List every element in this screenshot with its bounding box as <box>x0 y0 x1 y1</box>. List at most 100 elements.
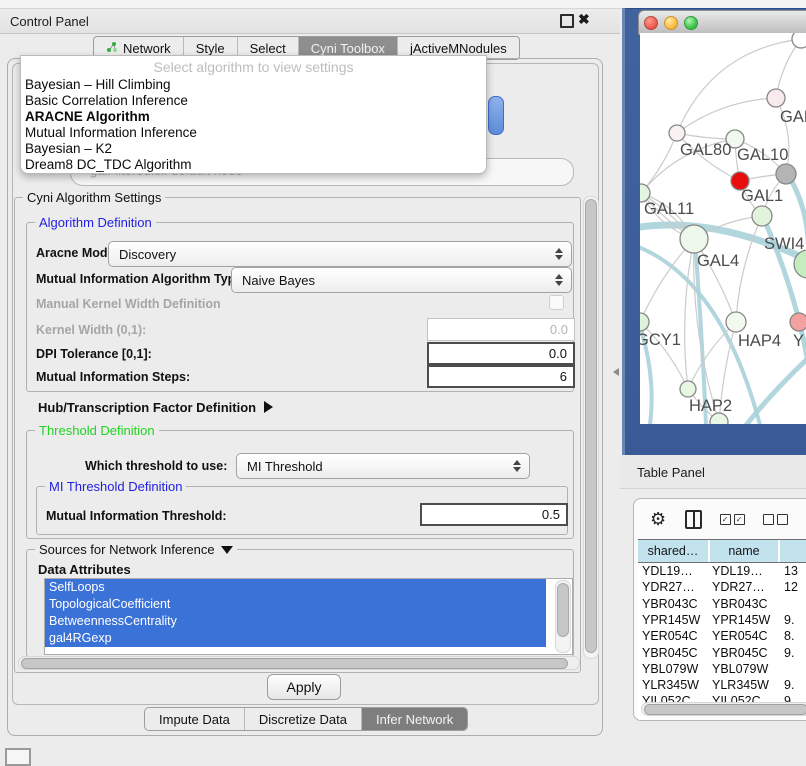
table-cell: YBR045C <box>642 646 698 660</box>
apply-button[interactable]: Apply <box>267 674 341 700</box>
table-cell: YBR045C <box>712 646 768 660</box>
network-icon <box>106 41 118 56</box>
table-row[interactable]: YPR145WYPR145W9. <box>638 612 806 629</box>
attribute-item[interactable]: gal4RGexp <box>45 630 546 647</box>
node-label: GAL80 <box>680 141 731 159</box>
stepper-arrows-icon <box>551 274 567 286</box>
column-header-name[interactable]: name <box>710 540 778 562</box>
table-hscrollbar[interactable] <box>641 702 806 716</box>
deselect-all-columns-icon[interactable] <box>763 514 788 525</box>
dpi-tolerance-value: 0.0 <box>549 346 567 361</box>
algorithm-option[interactable]: Dream8 DC_TDC Algorithm <box>21 157 486 173</box>
aracne-mode-select[interactable]: Discovery <box>108 241 572 267</box>
table-row[interactable]: YBL079WYBL079W <box>638 661 806 678</box>
select-all-columns-icon[interactable]: ✓✓ <box>720 514 745 525</box>
which-threshold-select[interactable]: MI Threshold <box>236 453 530 479</box>
attribute-item[interactable]: BetweennessCentrality <box>45 613 546 630</box>
network-node-y[interactable] <box>790 313 806 331</box>
bottom-tab-discretize-data[interactable]: Discretize Data <box>245 708 362 730</box>
data-attributes-list[interactable]: SelfLoopsTopologicalCoefficientBetweenne… <box>44 578 573 655</box>
network-node-gal1[interactable] <box>752 206 772 226</box>
node-label: GAL1 <box>741 187 783 205</box>
close-panel-icon[interactable]: ✖ <box>578 11 590 28</box>
zoom-window-icon[interactable] <box>684 16 698 30</box>
collapse-down-icon <box>221 546 233 554</box>
network-node-hap2[interactable] <box>680 381 696 397</box>
node-label: GCY1 <box>640 331 681 349</box>
table-row[interactable]: YLR345WYLR345W9. <box>638 677 806 694</box>
attribute-item[interactable]: SelfLoops <box>45 579 546 596</box>
algorithm-option[interactable]: Basic Correlation Inference <box>21 93 486 109</box>
splitter-collapse-icon[interactable] <box>613 368 619 376</box>
kernel-width-field[interactable]: 0.0 <box>427 318 575 341</box>
table-cell: YPR145W <box>712 613 770 627</box>
network-node-gal[interactable] <box>767 89 785 107</box>
dropdown-prompt: Select algorithm to view settings <box>21 56 486 77</box>
mi-threshold-field[interactable]: 0.5 <box>420 503 568 526</box>
network-node-hap4[interactable] <box>726 312 746 332</box>
algorithm-option[interactable]: ARACNE Algorithm <box>21 109 486 125</box>
table-cell: YBR043C <box>712 597 768 611</box>
threshold-definition-title: Threshold Definition <box>35 423 159 438</box>
gear-icon[interactable]: ⚙ <box>650 509 666 530</box>
mi-threshold-value: 0.5 <box>542 507 560 522</box>
hub-definition-label: Hub/Transcription Factor Definition <box>38 400 256 415</box>
close-window-icon[interactable] <box>644 16 658 30</box>
mi-steps-field[interactable]: 6 <box>427 365 575 388</box>
float-panel-icon[interactable] <box>560 14 574 28</box>
table-row[interactable]: YBR045C YBR045C 9. <box>638 645 806 662</box>
hub-definition-toggle[interactable]: Hub/Transcription Factor Definition <box>38 400 273 415</box>
table-cell: 12 <box>784 580 798 594</box>
mi-type-label: Mutual Information Algorithm Type: <box>36 272 246 286</box>
table-cell: YER054C <box>642 629 698 643</box>
table-cell: 13 <box>784 564 798 578</box>
tab-label: Cyni Toolbox <box>311 41 385 56</box>
stepper-arrows-icon <box>509 460 525 472</box>
node-label: HAP4 <box>738 332 781 350</box>
column-header-shared…[interactable]: shared… <box>638 540 708 562</box>
node-label: Y <box>793 332 804 350</box>
table-row[interactable]: YDR27…YDR27…12 <box>638 579 806 596</box>
dpi-tolerance-field[interactable]: 0.0 <box>427 342 575 365</box>
table-row[interactable]: YER054CYER054C8. <box>638 628 806 645</box>
table-cell: YBL079W <box>642 662 698 676</box>
manual-kernel-checkbox[interactable] <box>549 295 564 310</box>
table-cell: 9. <box>784 678 794 692</box>
table-cell: YLR345W <box>712 678 769 692</box>
algorithm-option[interactable]: Bayesian – Hill Climbing <box>21 77 486 93</box>
which-threshold-label: Which threshold to use: <box>85 459 227 473</box>
column-header-cut[interactable] <box>780 540 806 562</box>
table-cell: YDL19… <box>642 564 693 578</box>
network-node[interactable] <box>792 33 806 48</box>
bottom-tab-infer-network[interactable]: Infer Network <box>362 708 467 730</box>
network-window-titlebar[interactable] <box>638 10 806 35</box>
columns-icon[interactable] <box>685 510 701 529</box>
manual-kernel-label: Manual Kernel Width Definition <box>36 297 221 311</box>
network-canvas[interactable]: GALGAL80GAL10GAL1GAL11GAL4GCY1HAP4YHAP2S… <box>640 33 806 424</box>
minimize-window-icon[interactable] <box>664 16 678 30</box>
table-cell: YDL19… <box>712 564 763 578</box>
algorithm-option[interactable]: Mutual Information Inference <box>21 125 486 141</box>
tab-label: Style <box>196 41 225 56</box>
network-node-gal80[interactable] <box>669 125 685 141</box>
attribute-item[interactable]: TopologicalCoefficient <box>45 596 546 613</box>
network-node[interactable] <box>776 164 796 184</box>
settings-hscrollbar[interactable] <box>18 656 580 670</box>
attributes-scrollbar[interactable] <box>555 580 571 653</box>
table-row[interactable]: YBR043C YBR043C <box>638 596 806 613</box>
network-node-gcy1[interactable] <box>640 313 649 331</box>
minimized-panel-icon[interactable] <box>5 748 31 766</box>
table-cell: YBR043C <box>642 597 698 611</box>
mi-type-select[interactable]: Naive Bayes <box>231 267 572 293</box>
table-cell: 9. <box>784 646 794 660</box>
node-label: GAL10 <box>737 146 788 164</box>
which-threshold-value: MI Threshold <box>237 459 509 474</box>
network-node-gal4[interactable] <box>680 225 708 253</box>
bottom-tab-impute-data[interactable]: Impute Data <box>145 708 245 730</box>
table-row[interactable]: YDL19… YDL19… 13 <box>638 563 806 580</box>
network-frame-highlight <box>622 8 625 455</box>
settings-vscrollbar[interactable] <box>583 196 599 659</box>
algorithm-option[interactable]: Bayesian – K2 <box>21 141 486 157</box>
node-label: GAL <box>780 108 806 126</box>
table-toolbar: ⚙ ✓✓ <box>634 499 806 539</box>
